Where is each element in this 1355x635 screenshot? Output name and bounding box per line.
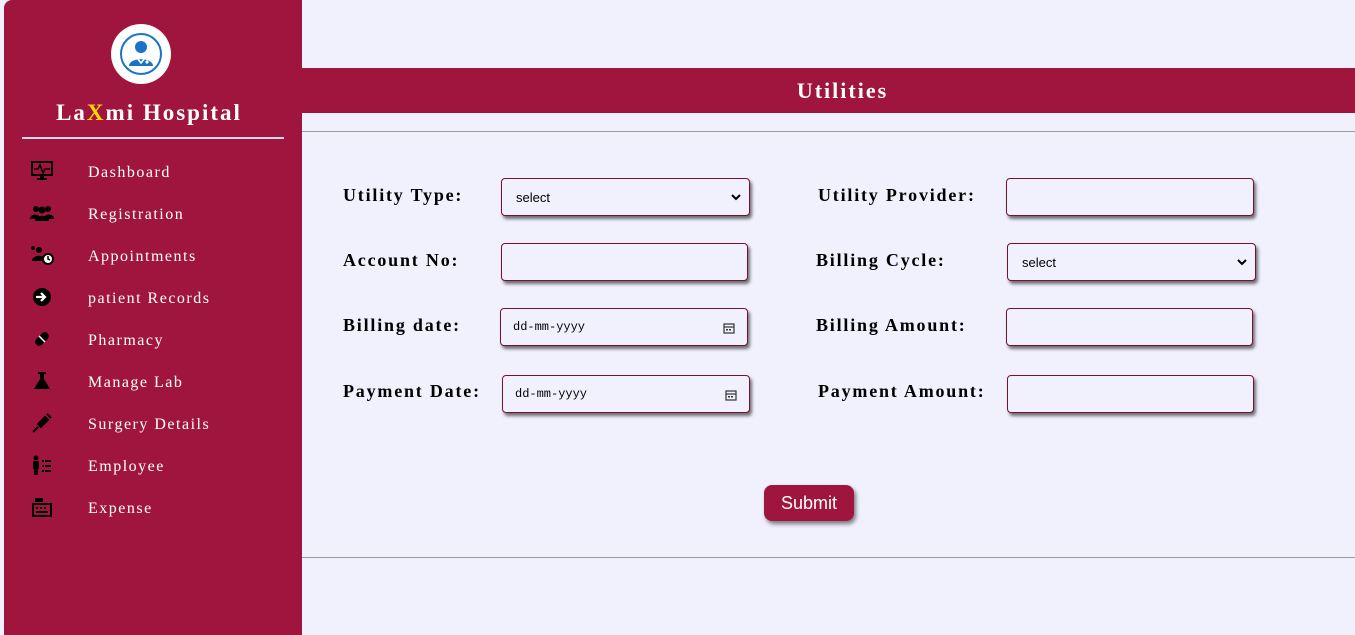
- payment-date-placeholder: dd-mm-yyyy: [515, 387, 588, 401]
- billing-cycle-select[interactable]: select: [1007, 243, 1256, 281]
- billing-date-label: Billing date:: [343, 315, 461, 335]
- divider-bottom: [302, 557, 1355, 558]
- billing-date-placeholder: dd-mm-yyyy: [513, 320, 586, 334]
- doctor-icon: [120, 33, 162, 75]
- sidebar-item-employee[interactable]: Employee: [4, 450, 302, 484]
- brand-prefix: La: [56, 100, 87, 125]
- sidebar-item-label: Surgery Details: [88, 416, 211, 433]
- billing-amount-label: Billing Amount:: [816, 315, 967, 335]
- payment-amount-input[interactable]: [1007, 375, 1254, 413]
- billing-cycle-value: select: [1022, 254, 1056, 270]
- utility-type-value: select: [516, 189, 550, 205]
- sidebar-item-dashboard[interactable]: Dashboard: [4, 156, 302, 190]
- calendar-icon[interactable]: [723, 322, 735, 334]
- chevron-down-icon: [1237, 259, 1247, 266]
- sidebar: LaXmi Hospital Dashboard Registration Ap…: [4, 0, 302, 635]
- sidebar-item-label: Dashboard: [88, 164, 171, 181]
- brand-name: LaXmi Hospital: [4, 100, 294, 126]
- billing-cycle-label: Billing Cycle:: [816, 250, 946, 270]
- billing-date-input[interactable]: dd-mm-yyyy: [500, 308, 748, 346]
- sidebar-item-registration[interactable]: Registration: [4, 198, 302, 232]
- brand-suffix: mi Hospital: [105, 100, 242, 125]
- payment-date-input[interactable]: dd-mm-yyyy: [502, 375, 750, 413]
- chevron-down-icon: [731, 194, 741, 201]
- sidebar-item-manage-lab[interactable]: Manage Lab: [4, 366, 302, 400]
- user-clock-icon: [30, 243, 54, 267]
- divider-top: [302, 131, 1355, 132]
- sidebar-item-pharmacy[interactable]: Pharmacy: [4, 324, 302, 358]
- sidebar-item-label: Pharmacy: [88, 332, 164, 349]
- hospital-logo: [111, 24, 171, 84]
- payment-date-label: Payment Date:: [343, 381, 481, 401]
- sidebar-item-label: Manage Lab: [88, 374, 184, 391]
- sidebar-item-surgery-details[interactable]: Surgery Details: [4, 408, 302, 442]
- sidebar-item-patient-records[interactable]: patient Records: [4, 282, 302, 316]
- account-no-label: Account No:: [343, 250, 460, 270]
- monitor-icon: [30, 159, 54, 183]
- utility-provider-input[interactable]: [1006, 178, 1254, 216]
- submit-button[interactable]: Submit: [764, 485, 854, 521]
- brand-accent: X: [86, 100, 106, 125]
- utility-type-select[interactable]: select: [501, 178, 750, 216]
- sidebar-item-label: Employee: [88, 458, 165, 475]
- sidebar-item-label: Appointments: [88, 248, 197, 265]
- sidebar-item-label: Registration: [88, 206, 185, 223]
- page-title: Utilities: [796, 77, 889, 103]
- utility-provider-label: Utility Provider:: [818, 185, 976, 205]
- sidebar-item-label: Expense: [88, 500, 153, 517]
- account-no-input[interactable]: [501, 243, 748, 281]
- sign-in-icon: [30, 285, 54, 309]
- payment-amount-label: Payment Amount:: [818, 381, 986, 401]
- brand-divider: [22, 137, 284, 139]
- users-icon: [30, 201, 54, 225]
- sidebar-item-label: patient Records: [88, 290, 211, 307]
- flask-icon: [30, 369, 54, 393]
- main-content: Utilities Utility Type: select Utility P…: [302, 0, 1355, 635]
- calendar-icon[interactable]: [725, 389, 737, 401]
- title-bar: Utilities: [302, 68, 1355, 113]
- syringe-icon: [30, 411, 54, 435]
- sidebar-item-expense[interactable]: Expense: [4, 492, 302, 526]
- cash-register-icon: [30, 495, 54, 519]
- person-list-icon: [30, 453, 54, 477]
- utility-type-label: Utility Type:: [343, 185, 464, 205]
- pill-icon: [30, 327, 54, 351]
- sidebar-item-appointments[interactable]: Appointments: [4, 240, 302, 274]
- billing-amount-input[interactable]: [1006, 308, 1253, 346]
